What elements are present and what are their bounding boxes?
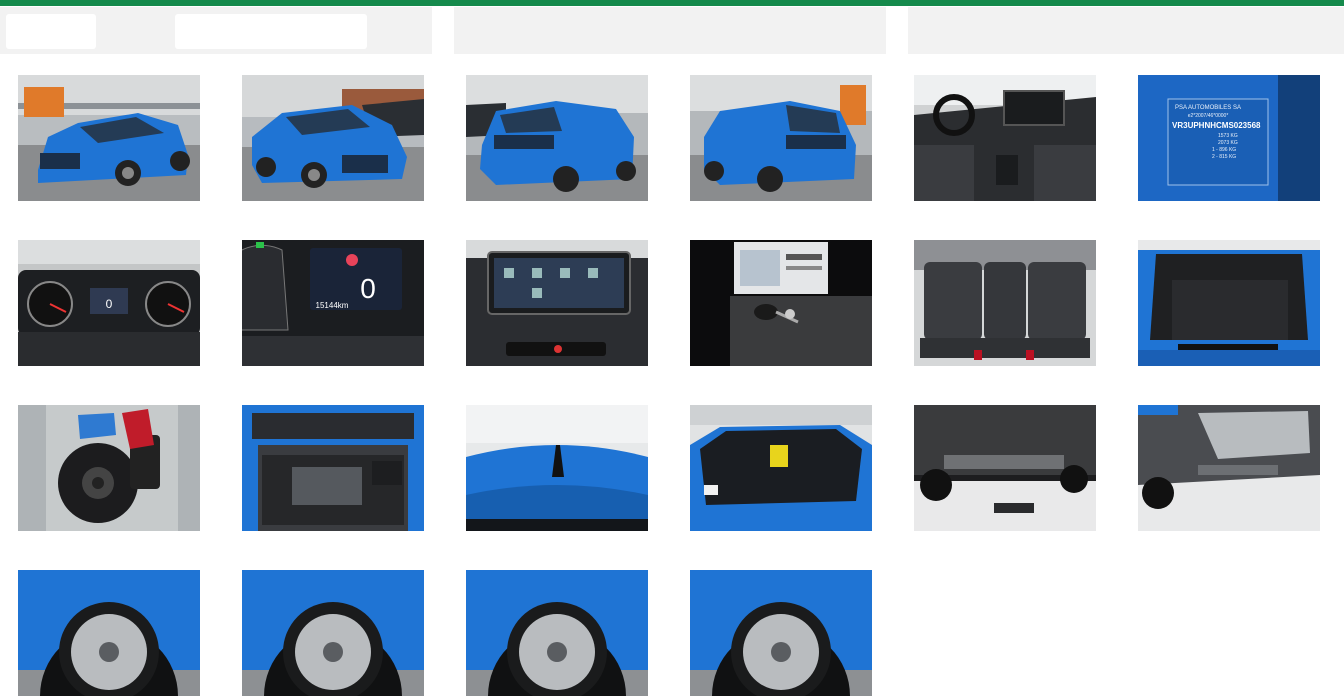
wheel-icon [18,570,200,696]
vin-plate-icon: PSA AUTOMOBILES SA e2*2007/46*0000* VR3U… [1138,75,1320,201]
photo-trunk[interactable] [1138,240,1320,366]
photo-underbody-rear[interactable] [1138,405,1320,531]
photo-rear-seats[interactable] [914,240,1096,366]
vin-plate-line1: PSA AUTOMOBILES SA [1175,105,1241,111]
photo-underbody-front[interactable] [914,405,1096,531]
photo-roof-antenna[interactable] [466,405,648,531]
vin-plate-line3: VR3UPHNHCMS023568 [1172,121,1261,130]
wheel-icon [690,570,872,696]
photo-rear-left-exterior[interactable] [466,75,648,201]
photo-front-right-exterior[interactable] [242,75,424,201]
photo-rear-right-exterior[interactable] [690,75,872,201]
windshield-icon [690,405,872,531]
vin-plate-line6: 1 - 896 KG [1212,147,1236,153]
engine-icon [242,405,424,531]
underbody-icon [914,405,1096,531]
vin-plate-line2: e2*2007/46*0000* [1188,113,1229,119]
odometer-speed: 0 [360,273,376,304]
photo-vin-plate[interactable]: PSA AUTOMOBILES SA e2*2007/46*0000* VR3U… [1138,75,1320,201]
header-field-b[interactable] [175,14,367,49]
photo-instrument-cluster[interactable]: 0 [18,240,200,366]
vin-plate-line5: 2073 KG [1218,140,1238,146]
key-icon [690,240,872,366]
header-field-a[interactable] [6,14,96,49]
photo-engine-bay[interactable] [242,405,424,531]
car-front-left-icon [18,75,200,201]
car-rear-right-icon [690,75,872,201]
top-accent-bar [0,0,1344,6]
car-front-right-icon [242,75,424,201]
screen-icon [466,240,648,366]
dashboard-icon [914,75,1096,201]
gauge-icon: 0 [18,240,200,366]
odometer-mileage: 15144km [316,301,349,310]
wheel-icon [242,570,424,696]
photo-front-left-exterior[interactable] [18,75,200,201]
panel-header-right [908,7,1344,54]
spare-wheel-icon [18,405,200,531]
trunk-icon [1138,240,1320,366]
photo-spare-wheel-well[interactable] [18,405,200,531]
panel-header-middle [454,7,886,54]
photo-wheel-front-right[interactable] [242,570,424,696]
cluster-speed: 0 [106,297,113,311]
photo-wheel-rear-right[interactable] [690,570,872,696]
photo-windshield[interactable] [690,405,872,531]
panel-header-left [0,7,432,54]
vin-plate-line7: 2 - 815 KG [1212,154,1236,160]
odometer-icon: 0 15144km [242,240,424,366]
photo-wheel-rear-left[interactable] [466,570,648,696]
photo-keys-and-manual[interactable] [690,240,872,366]
vin-plate-line4: 1573 KG [1218,133,1238,139]
photo-infotainment-screen[interactable] [466,240,648,366]
car-rear-left-icon [466,75,648,201]
antenna-icon [466,405,648,531]
underbody-icon [1138,405,1320,531]
seat-icon [914,240,1096,366]
photo-odometer-display[interactable]: 0 15144km [242,240,424,366]
photo-wheel-front-left[interactable] [18,570,200,696]
wheel-icon [466,570,648,696]
photo-interior-dashboard[interactable] [914,75,1096,201]
